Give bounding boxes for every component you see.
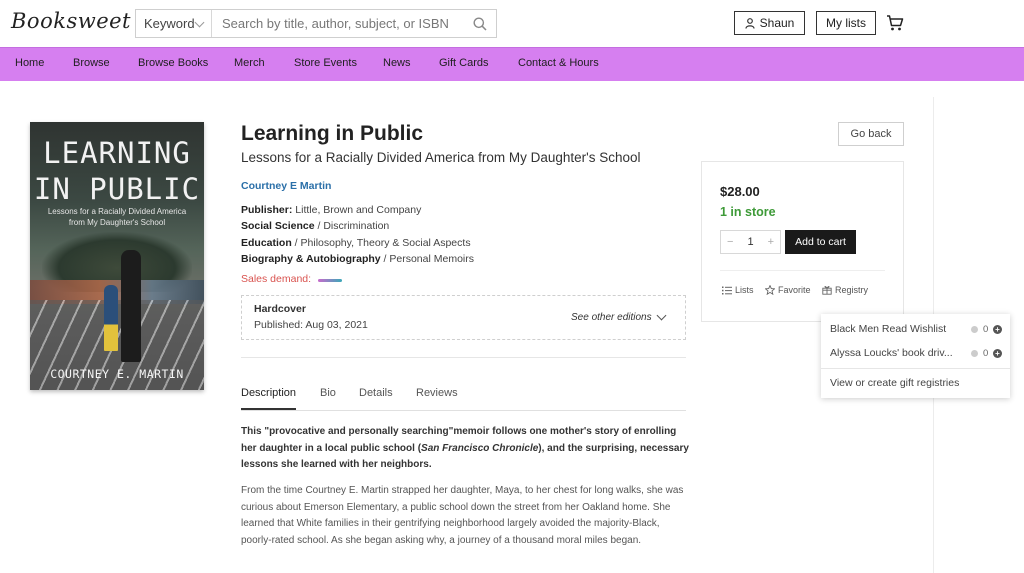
dropdown-divider <box>821 368 1010 369</box>
registry-item[interactable]: Black Men Read Wishlist <box>830 323 946 335</box>
description-lead-source: San Francisco Chronicle <box>421 442 539 454</box>
category-main[interactable]: Social Science <box>241 220 315 232</box>
quantity-increase-button[interactable]: + <box>768 236 774 248</box>
search-type-label: Keyword <box>144 16 195 31</box>
tab-description[interactable]: Description <box>241 387 296 399</box>
stock-status: 1 in store <box>720 205 776 219</box>
purchase-panel: $28.00 1 in store − 1 + Add to cart List… <box>701 161 904 322</box>
cover-title-line2: IN PUBLIC <box>33 172 201 206</box>
lists-action[interactable]: Lists <box>722 285 754 295</box>
publisher-name: Little, Brown and Company <box>295 204 422 216</box>
site-header: Booksweet Keyword Shaun My lists <box>0 0 1024 47</box>
category-sub[interactable]: Personal Memoirs <box>389 253 474 265</box>
category-main[interactable]: Biography & Autobiography <box>241 253 381 265</box>
tab-bio[interactable]: Bio <box>320 387 336 399</box>
add-to-cart-button[interactable]: Add to cart <box>785 230 856 254</box>
gift-icon <box>822 286 832 295</box>
nav-gift-cards[interactable]: Gift Cards <box>439 57 489 69</box>
book-title: Learning in Public <box>241 122 424 145</box>
go-back-button[interactable]: Go back <box>838 122 904 146</box>
search-button[interactable] <box>464 10 496 37</box>
cover-title-line1: LEARNING <box>43 136 191 170</box>
view-create-registries-link[interactable]: View or create gift registries <box>830 377 959 389</box>
tab-reviews[interactable]: Reviews <box>416 387 458 399</box>
publisher-line: Publisher: Little, Brown and Company <box>241 204 421 216</box>
lists-action-label: Lists <box>735 285 754 295</box>
category-line: Biography & Autobiography / Personal Mem… <box>241 253 474 265</box>
nav-browse[interactable]: Browse <box>73 57 110 69</box>
registry-action-label: Registry <box>835 285 869 295</box>
author-link[interactable]: Courtney E Martin <box>241 180 331 192</box>
see-other-editions-button[interactable]: See other editions <box>571 312 652 323</box>
edition-published-date: Published: Aug 03, 2021 <box>254 319 368 331</box>
add-to-registry-icon[interactable]: + <box>993 325 1002 334</box>
nav-news[interactable]: News <box>383 57 411 69</box>
category-sub[interactable]: Discrimination <box>323 220 389 232</box>
cover-subtitle-line2: from My Daughter's School <box>68 218 166 227</box>
edition-panel: Hardcover Published: Aug 03, 2021 See ot… <box>241 295 686 340</box>
account-name: Shaun <box>759 16 795 30</box>
cart-icon[interactable] <box>886 14 904 32</box>
cover-subtitle-line1: Lessons for a Racially Divided America <box>47 207 187 216</box>
favorite-action-label: Favorite <box>778 285 811 295</box>
account-button[interactable]: Shaun <box>734 11 805 35</box>
star-icon <box>765 285 775 295</box>
add-to-registry-icon[interactable]: + <box>993 349 1002 358</box>
status-dot-icon <box>971 350 978 357</box>
book-tabs: Description Bio Details Reviews <box>241 387 686 411</box>
chevron-down-icon[interactable] <box>656 310 667 321</box>
nav-browse-books[interactable]: Browse Books <box>138 57 208 69</box>
registry-item[interactable]: Alyssa Loucks' book driv... <box>830 347 953 359</box>
tab-details[interactable]: Details <box>359 387 393 399</box>
category-line: Social Science / Discrimination <box>241 220 390 232</box>
active-tab-indicator <box>241 408 296 410</box>
main-nav: Home Browse Browse Books Merch Store Eve… <box>0 47 1024 81</box>
search-icon <box>473 17 487 31</box>
description-lead: This "provocative and personally searchi… <box>241 424 691 474</box>
category-line: Education / Philosophy, Theory & Social … <box>241 237 471 249</box>
site-logo[interactable]: Booksweet <box>11 9 131 33</box>
registry-dropdown: Black Men Read Wishlist 0 + Alyssa Louck… <box>821 314 1010 398</box>
cover-figure-adult <box>121 250 141 362</box>
status-dot-icon <box>971 326 978 333</box>
search-input[interactable] <box>212 10 464 37</box>
nav-contact-hours[interactable]: Contact & Hours <box>518 57 599 69</box>
cover-subtitle: Lessons for a Racially Divided America f… <box>30 206 204 228</box>
quantity-value[interactable]: 1 <box>747 236 753 248</box>
my-lists-button[interactable]: My lists <box>816 11 876 35</box>
publisher-label: Publisher: <box>241 204 293 216</box>
chevron-down-icon <box>194 17 205 28</box>
registry-item-count: 0 <box>983 324 989 335</box>
registry-action[interactable]: Registry <box>822 285 868 295</box>
book-cover[interactable]: LEARNING IN PUBLIC Lessons for a Raciall… <box>30 122 204 390</box>
registry-item-count: 0 <box>983 348 989 359</box>
cover-author: COURTNEY E. MARTIN <box>50 367 184 381</box>
cover-figure-child <box>104 285 118 351</box>
user-icon <box>745 17 755 29</box>
purchase-divider <box>720 270 885 271</box>
price: $28.00 <box>720 184 760 199</box>
description-body: From the time Courtney E. Martin strappe… <box>241 485 684 546</box>
nav-merch[interactable]: Merch <box>234 57 265 69</box>
quantity-stepper: − 1 + <box>720 230 781 254</box>
sales-demand-label: Sales demand: <box>241 273 312 285</box>
category-main[interactable]: Education <box>241 237 292 249</box>
nav-home[interactable]: Home <box>15 57 44 69</box>
search-type-select[interactable]: Keyword <box>136 10 212 37</box>
list-icon <box>722 286 732 294</box>
nav-store-events[interactable]: Store Events <box>294 57 357 69</box>
section-divider <box>241 357 686 358</box>
book-subtitle: Lessons for a Racially Divided America f… <box>241 150 641 165</box>
edition-format: Hardcover <box>254 303 306 315</box>
favorite-action[interactable]: Favorite <box>765 285 811 295</box>
category-sub[interactable]: Philosophy, Theory & Social Aspects <box>301 237 471 249</box>
sales-demand-meter <box>318 279 342 282</box>
quantity-decrease-button[interactable]: − <box>727 236 733 248</box>
search-bar: Keyword <box>135 9 497 38</box>
